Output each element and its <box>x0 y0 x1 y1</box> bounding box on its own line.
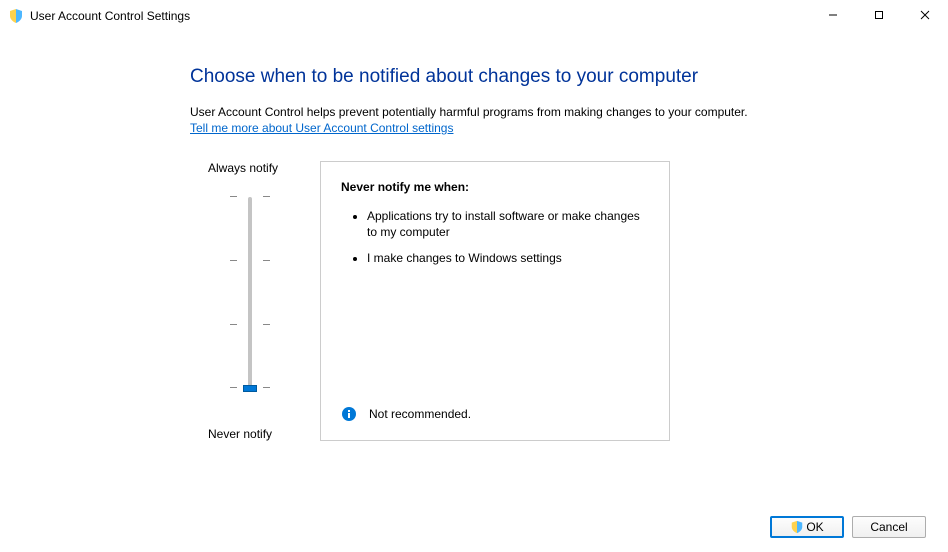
content-area: Choose when to be notified about changes… <box>0 32 778 441</box>
slider-bottom-label: Never notify <box>208 427 272 441</box>
recommendation-row: Not recommended. <box>341 406 471 422</box>
uac-slider[interactable] <box>230 197 270 397</box>
close-button[interactable] <box>902 0 948 30</box>
detail-item: I make changes to Windows settings <box>367 250 649 266</box>
recommendation-text: Not recommended. <box>369 407 471 421</box>
slider-track <box>248 197 252 389</box>
info-icon <box>341 406 357 422</box>
learn-more-link[interactable]: Tell me more about User Account Control … <box>190 121 453 135</box>
detail-box: Never notify me when: Applications try t… <box>320 161 670 441</box>
window-controls <box>810 0 948 30</box>
slider-tick <box>230 260 270 261</box>
page-heading: Choose when to be notified about changes… <box>190 66 778 88</box>
maximize-button[interactable] <box>856 0 902 30</box>
cancel-button[interactable]: Cancel <box>852 516 926 538</box>
page-description: User Account Control helps prevent poten… <box>190 104 778 121</box>
shield-icon <box>8 8 24 24</box>
detail-list: Applications try to install software or … <box>341 208 649 267</box>
slider-thumb[interactable] <box>243 385 257 392</box>
minimize-button[interactable] <box>810 0 856 30</box>
titlebar: User Account Control Settings <box>0 0 948 32</box>
shield-icon <box>790 520 804 534</box>
ok-button-label: OK <box>806 520 823 534</box>
button-row: OK Cancel <box>770 516 926 538</box>
slider-top-label: Always notify <box>208 161 278 175</box>
ok-button[interactable]: OK <box>770 516 844 538</box>
slider-area: Always notify Never notify Never notify … <box>190 161 778 441</box>
cancel-button-label: Cancel <box>870 520 907 534</box>
detail-title: Never notify me when: <box>341 180 649 194</box>
slider-tick <box>230 196 270 197</box>
slider-column: Always notify Never notify <box>190 161 310 441</box>
slider-tick <box>230 324 270 325</box>
window-title: User Account Control Settings <box>30 9 190 23</box>
detail-item: Applications try to install software or … <box>367 208 649 240</box>
